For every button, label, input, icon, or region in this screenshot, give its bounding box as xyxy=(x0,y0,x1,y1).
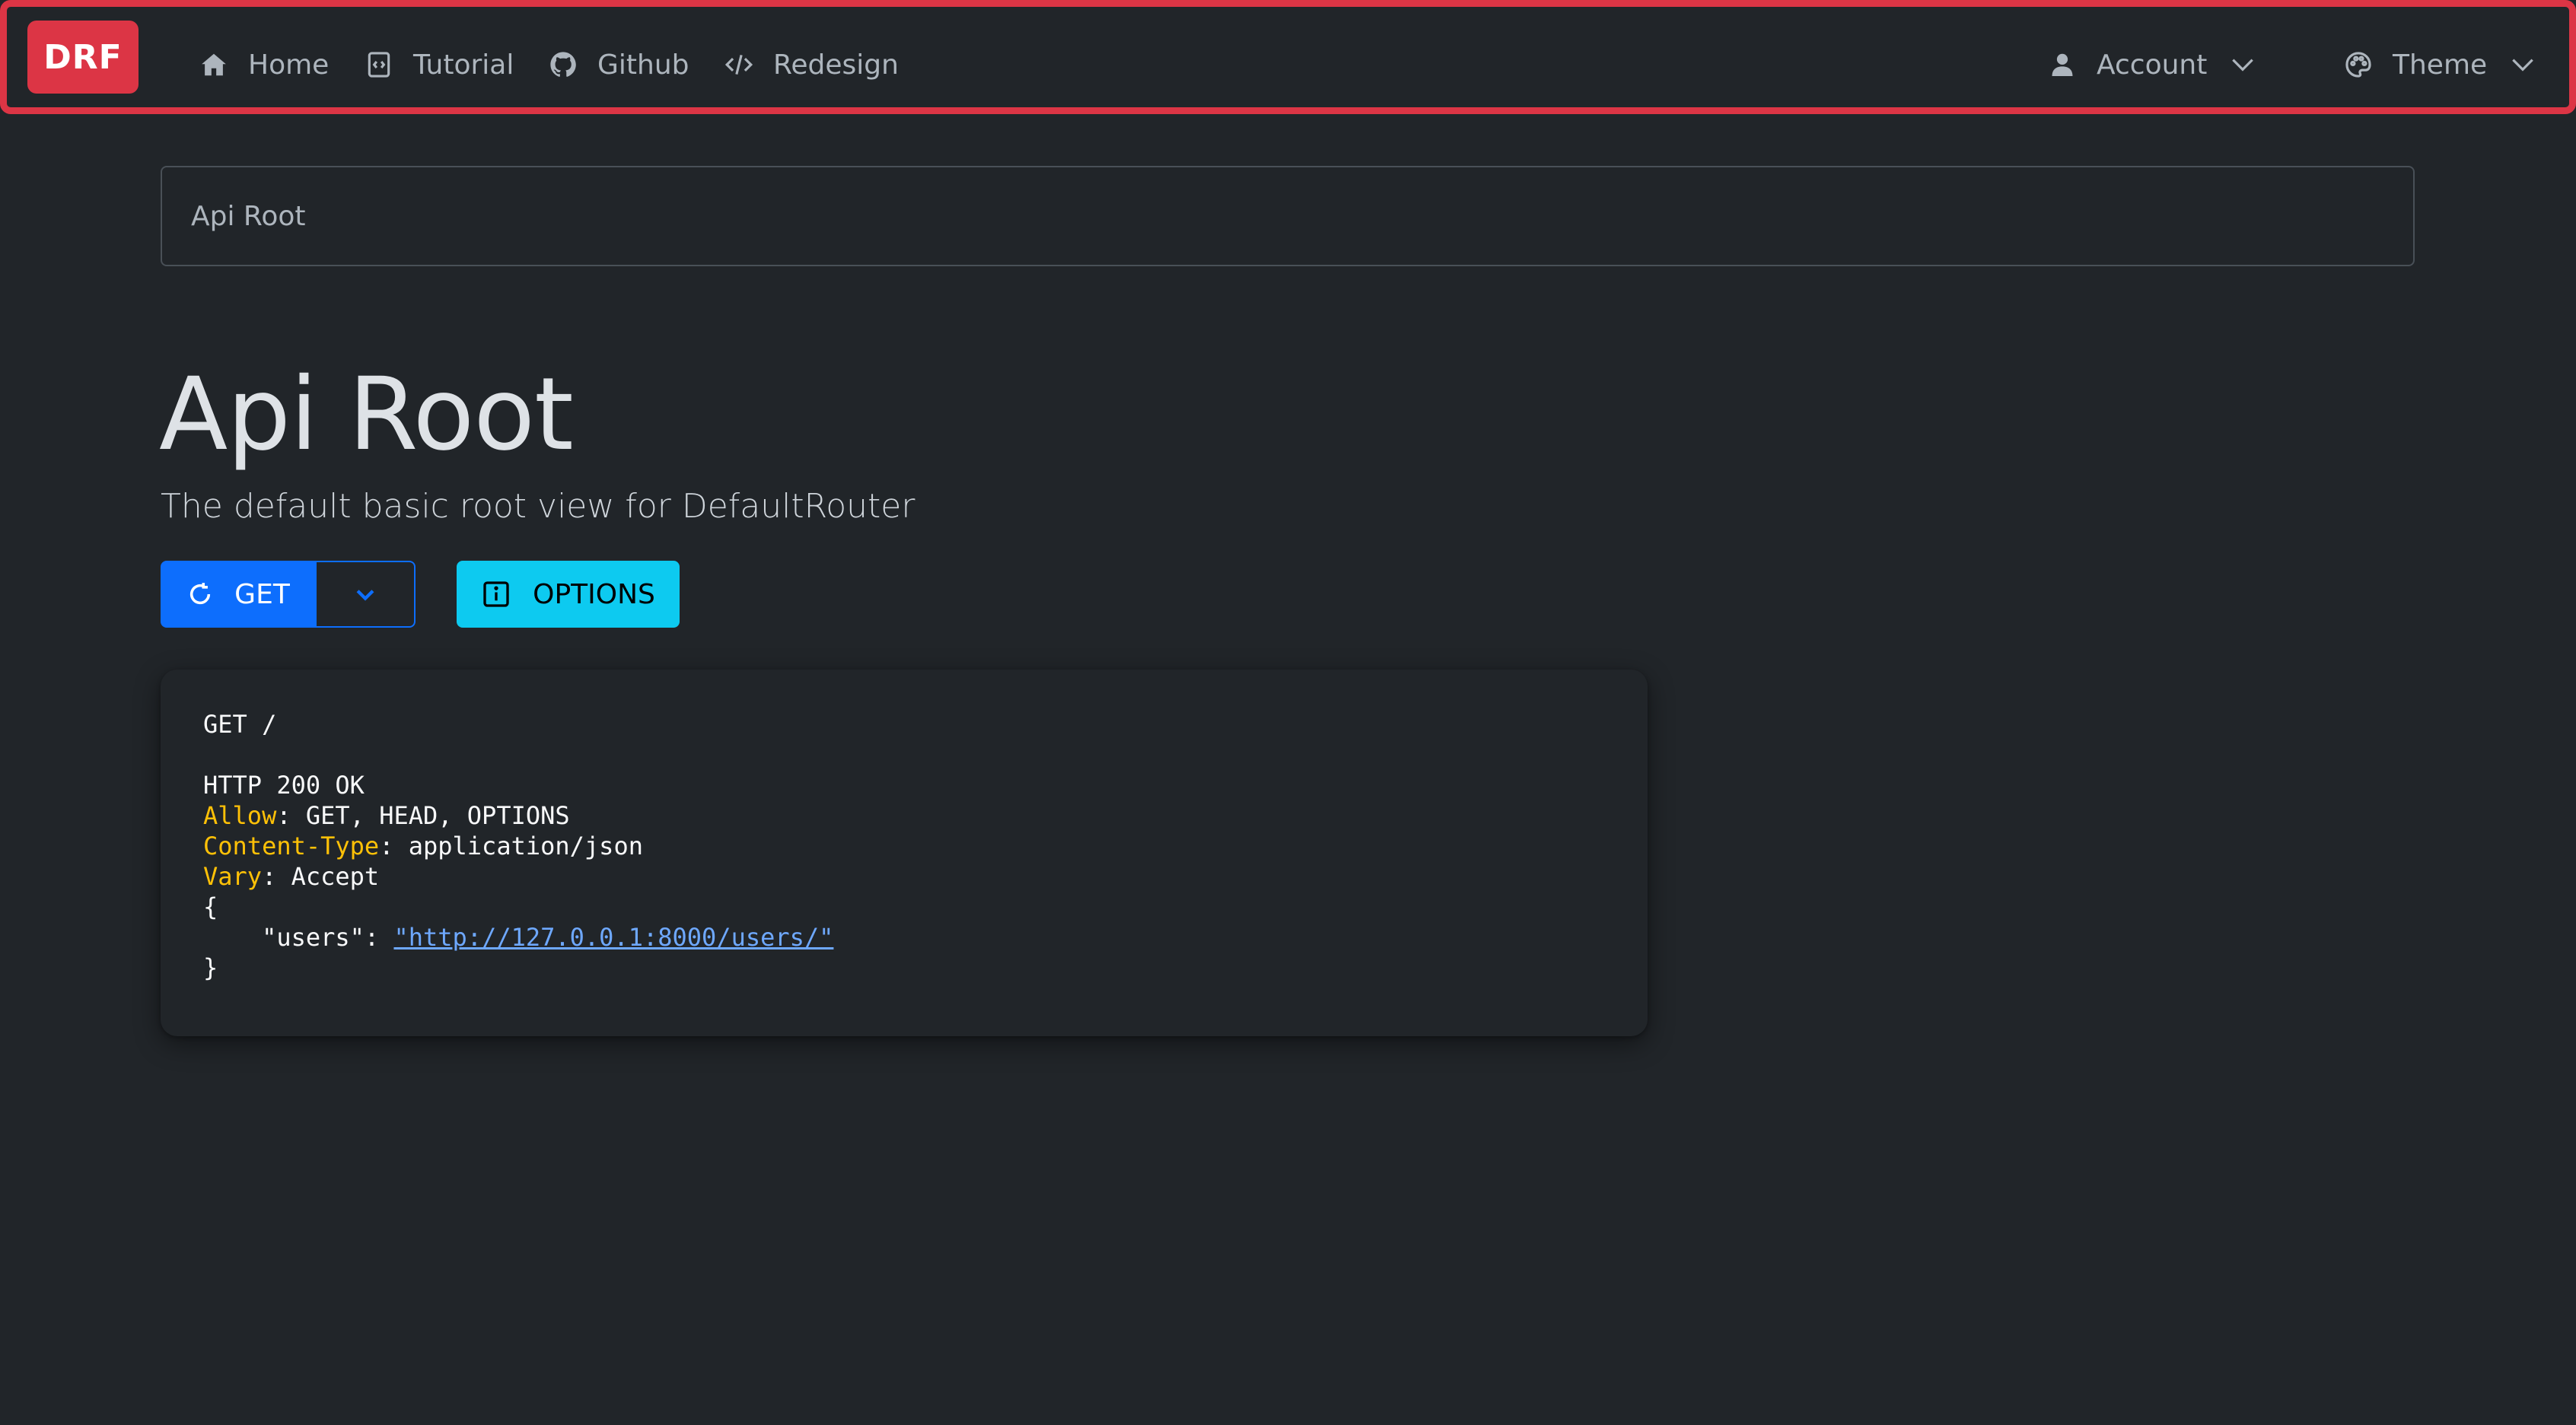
nav-item-label: Tutorial xyxy=(413,49,514,81)
breadcrumb-item-current: Api Root xyxy=(191,200,306,232)
get-button-group: GET xyxy=(161,561,416,628)
nav-item-label: Home xyxy=(248,49,330,81)
request-line: GET / xyxy=(203,710,277,739)
response-header-vary: Vary: Accept xyxy=(203,862,380,891)
nav-item-redesign[interactable]: Redesign xyxy=(724,37,899,92)
json-close-brace: } xyxy=(203,953,218,982)
header-value: application/json xyxy=(408,832,643,860)
response-header-content-type: Content-Type: application/json xyxy=(203,832,643,860)
response-panel: GET / HTTP 200 OK Allow: GET, HEAD, OPTI… xyxy=(161,670,1648,1036)
nav-item-label: Github xyxy=(597,49,689,81)
chevron-down-icon xyxy=(2232,59,2254,72)
chevron-down-icon xyxy=(2512,59,2533,72)
status-line: HTTP 200 OK xyxy=(203,771,365,800)
code-icon xyxy=(724,54,753,75)
code-file-icon xyxy=(368,52,390,78)
header-key: Allow xyxy=(203,801,277,830)
page-title: Api Root xyxy=(159,356,574,473)
nav-item-github[interactable]: Github xyxy=(549,37,689,92)
json-users-entry: "users": "http://127.0.0.1:8000/users/" xyxy=(203,922,1605,953)
json-open-brace: { xyxy=(203,892,218,921)
account-dropdown[interactable]: Account xyxy=(2048,37,2277,92)
get-button-label: GET xyxy=(234,578,290,610)
brand-logo[interactable]: DRF xyxy=(27,21,139,94)
users-link[interactable]: "http://127.0.0.1:8000/users/" xyxy=(393,923,833,952)
info-square-icon xyxy=(483,581,509,607)
page-description: The default basic root view for DefaultR… xyxy=(161,487,915,526)
header-value: GET, HEAD, OPTIONS xyxy=(305,801,570,830)
refresh-icon xyxy=(190,583,211,605)
get-format-dropdown-toggle[interactable] xyxy=(317,561,416,628)
theme-label: Theme xyxy=(2393,49,2488,81)
header-value: Accept xyxy=(291,862,380,891)
header-key: Vary xyxy=(203,862,263,891)
nav-item-tutorial[interactable]: Tutorial xyxy=(365,37,514,92)
user-icon xyxy=(2052,53,2073,77)
response-header-allow: Allow: GET, HEAD, OPTIONS xyxy=(203,801,570,830)
options-button[interactable]: OPTIONS xyxy=(457,561,680,628)
nav-item-label: Redesign xyxy=(773,49,899,81)
palette-icon xyxy=(2345,52,2371,78)
theme-dropdown[interactable]: Theme xyxy=(2344,37,2557,92)
top-navbar: DRF Home Tutorial Github Redesign Accoun… xyxy=(0,0,2576,114)
github-icon xyxy=(550,52,576,77)
home-icon xyxy=(202,53,226,76)
header-key: Content-Type xyxy=(203,832,380,860)
options-button-label: OPTIONS xyxy=(533,578,655,610)
breadcrumb: Api Root xyxy=(161,166,2415,266)
account-label: Account xyxy=(2097,49,2208,81)
nav-item-home[interactable]: Home xyxy=(199,37,329,92)
json-key: "users": xyxy=(262,923,394,952)
chevron-down-icon xyxy=(356,590,374,601)
get-button[interactable]: GET xyxy=(161,561,317,628)
